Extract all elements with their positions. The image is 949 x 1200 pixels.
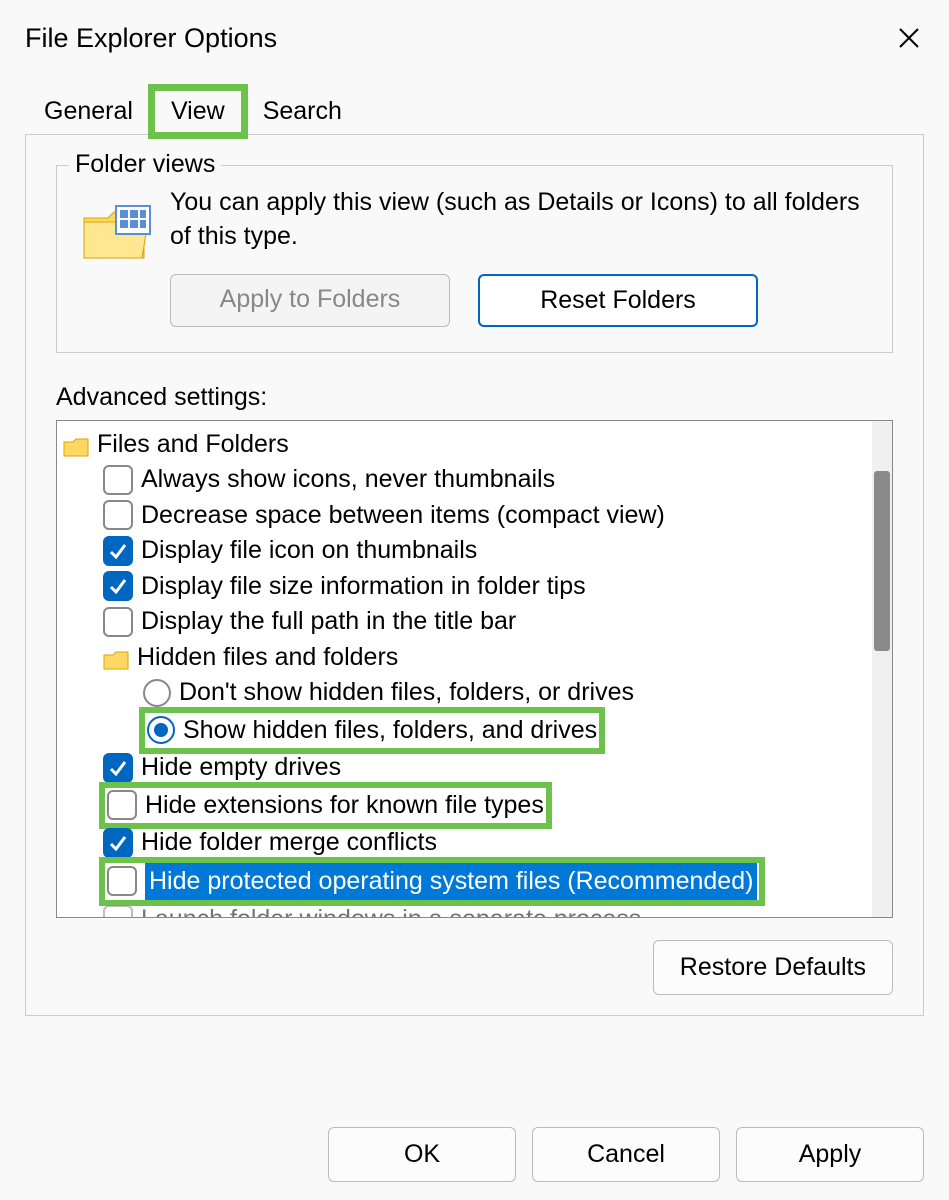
close-button[interactable]	[889, 18, 929, 58]
checkbox[interactable]	[103, 753, 133, 783]
folder-views-title: Folder views	[69, 150, 221, 179]
tab-panel-view: Folder views You	[25, 134, 924, 1016]
file-explorer-options-dialog: File Explorer Options General View Searc…	[0, 0, 949, 1200]
scrollbar[interactable]	[872, 421, 892, 917]
apply-to-folders-button: Apply to Folders	[170, 274, 450, 327]
checkbox[interactable]	[107, 790, 137, 820]
option-hide-empty-drives[interactable]: Hide empty drives	[63, 750, 886, 786]
option-icon-on-thumbnails[interactable]: Display file icon on thumbnails	[63, 533, 886, 569]
dialog-title: File Explorer Options	[25, 23, 277, 54]
ok-button[interactable]: OK	[328, 1127, 516, 1182]
folder-views-description: You can apply this view (such as Details…	[170, 186, 867, 254]
cancel-button[interactable]: Cancel	[532, 1127, 720, 1182]
tree-group-files-folders: Files and Folders	[63, 427, 886, 463]
option-hide-extensions[interactable]: Hide extensions for known file types	[63, 786, 886, 826]
option-full-path-titlebar[interactable]: Display the full path in the title bar	[63, 604, 886, 640]
checkbox[interactable]	[103, 465, 133, 495]
folder-icon	[63, 433, 89, 455]
titlebar: File Explorer Options	[0, 0, 949, 68]
option-compact-view[interactable]: Decrease space between items (compact vi…	[63, 498, 886, 534]
checkbox[interactable]	[103, 905, 133, 918]
checkbox[interactable]	[107, 866, 137, 896]
radio[interactable]	[147, 716, 175, 744]
tabs: General View Search	[0, 88, 949, 135]
checkbox[interactable]	[103, 607, 133, 637]
checkbox[interactable]	[103, 536, 133, 566]
checkbox[interactable]	[103, 571, 133, 601]
restore-defaults-button[interactable]: Restore Defaults	[653, 940, 893, 995]
radio-dont-show-hidden[interactable]: Don't show hidden files, folders, or dri…	[63, 675, 886, 711]
folder-views-icon	[82, 204, 152, 269]
dialog-buttons: OK Cancel Apply	[328, 1127, 924, 1182]
tree-group-hidden-files: Hidden files and folders	[63, 640, 886, 676]
folder-icon	[103, 646, 129, 668]
advanced-settings-label: Advanced settings:	[56, 383, 893, 412]
radio-show-hidden[interactable]: Show hidden files, folders, and drives	[63, 711, 886, 751]
tab-view[interactable]: View	[152, 88, 244, 135]
checkbox[interactable]	[103, 500, 133, 530]
tab-search[interactable]: Search	[244, 88, 361, 135]
option-launch-separate-process[interactable]: Launch folder windows in a separate proc…	[63, 902, 886, 918]
scrollbar-thumb[interactable]	[874, 471, 890, 651]
advanced-settings-list[interactable]: Files and Folders Always show icons, nev…	[56, 420, 893, 918]
option-hide-protected-os-files[interactable]: Hide protected operating system files (R…	[63, 861, 886, 903]
folder-views-group: Folder views You	[56, 165, 893, 353]
option-always-icons[interactable]: Always show icons, never thumbnails	[63, 462, 886, 498]
close-icon	[897, 26, 921, 50]
option-hide-merge-conflicts[interactable]: Hide folder merge conflicts	[63, 825, 886, 861]
tab-general[interactable]: General	[25, 88, 152, 135]
option-size-in-tips[interactable]: Display file size information in folder …	[63, 569, 886, 605]
radio[interactable]	[143, 679, 171, 707]
checkbox[interactable]	[103, 828, 133, 858]
reset-folders-button[interactable]: Reset Folders	[478, 274, 758, 327]
apply-button[interactable]: Apply	[736, 1127, 924, 1182]
